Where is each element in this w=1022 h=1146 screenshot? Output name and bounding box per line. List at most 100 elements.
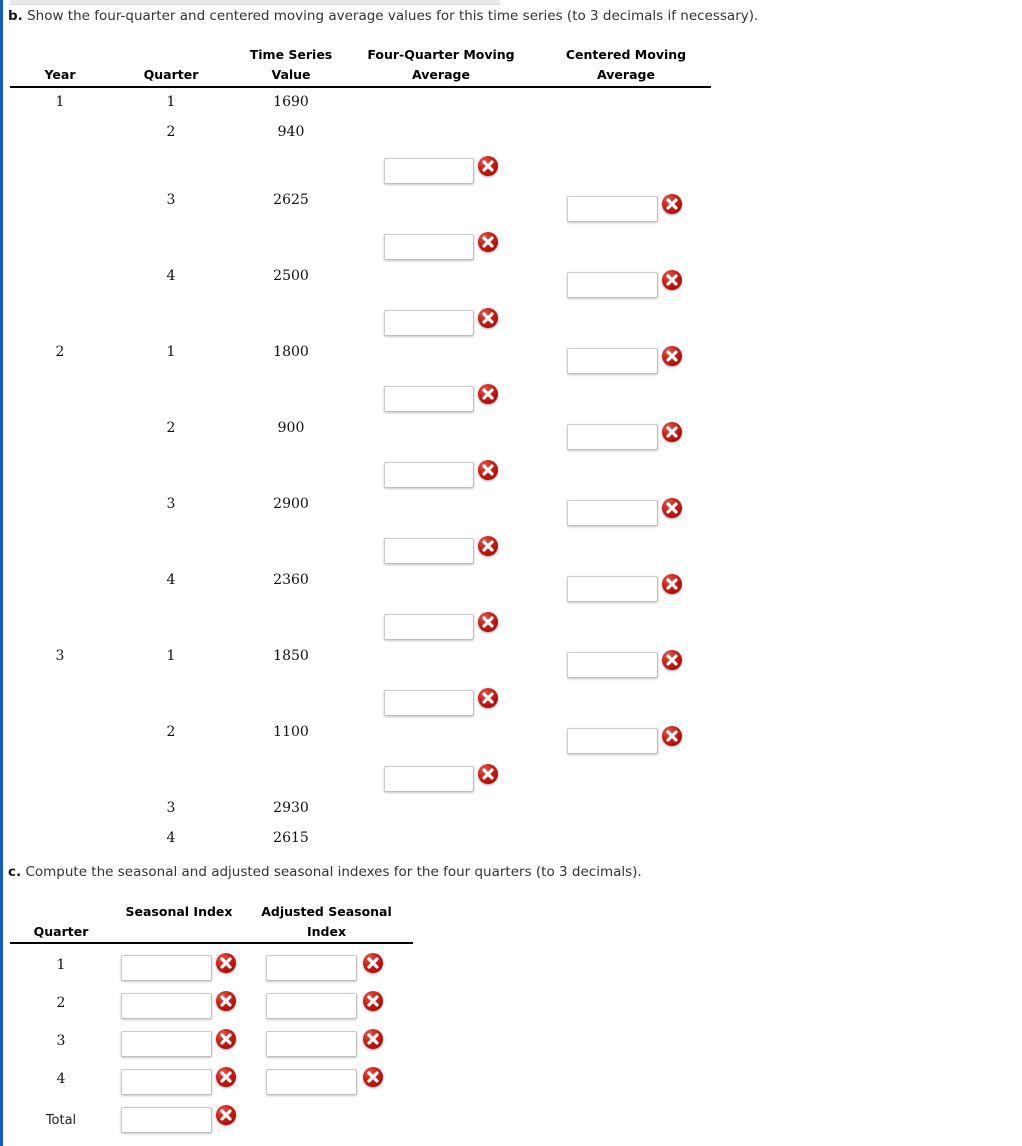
cell-year: 3 bbox=[55, 648, 65, 664]
centered-moving-average-input[interactable] bbox=[567, 728, 658, 754]
cell-quarter: 1 bbox=[56, 957, 66, 973]
cell-quarter: 2 bbox=[166, 420, 176, 436]
cell-time-series-value: 940 bbox=[277, 124, 305, 140]
header-time-series-value-line2: Value bbox=[271, 67, 311, 82]
cell-time-series-value: 1800 bbox=[273, 344, 309, 360]
part-b-label: b. bbox=[8, 8, 23, 24]
error-x-icon bbox=[662, 574, 682, 594]
cell-quarter: 3 bbox=[166, 800, 176, 816]
cell-time-series-value: 2500 bbox=[273, 268, 309, 284]
cell-time-series-value: 2900 bbox=[273, 496, 309, 512]
cell-quarter: 1 bbox=[166, 94, 176, 110]
adjusted-seasonal-index-input[interactable] bbox=[266, 1069, 357, 1095]
four-quarter-input[interactable] bbox=[384, 766, 474, 792]
header-time-series-value-line1: Time Series bbox=[249, 47, 333, 62]
centered-moving-average-input[interactable] bbox=[567, 196, 658, 222]
cell-time-series-value: 2360 bbox=[273, 572, 309, 588]
cell-time-series-value: 1690 bbox=[273, 94, 309, 110]
four-quarter-input[interactable] bbox=[384, 234, 474, 260]
seasonal-index-input[interactable] bbox=[121, 1031, 212, 1057]
cell-quarter: 4 bbox=[56, 1071, 66, 1087]
part-c-label: c. bbox=[8, 864, 22, 880]
error-x-icon bbox=[662, 650, 682, 670]
centered-moving-average-input[interactable] bbox=[567, 500, 658, 526]
error-x-icon bbox=[478, 460, 498, 480]
error-x-icon bbox=[363, 953, 383, 973]
error-x-icon bbox=[216, 1029, 236, 1049]
error-x-icon bbox=[363, 1067, 383, 1087]
cell-quarter: 1 bbox=[166, 648, 176, 664]
total-input[interactable] bbox=[121, 1107, 212, 1133]
header-adjusted-seasonal-index-line1: Adjusted Seasonal bbox=[261, 904, 392, 919]
error-x-icon bbox=[363, 991, 383, 1011]
header-year: Year bbox=[44, 67, 76, 82]
cell-quarter: 3 bbox=[56, 1033, 66, 1049]
four-quarter-input[interactable] bbox=[384, 538, 474, 564]
header-four-quarter-line2: Average bbox=[412, 67, 470, 82]
cell-year: 1 bbox=[55, 94, 65, 110]
error-x-icon bbox=[216, 1067, 236, 1087]
error-x-icon bbox=[363, 1029, 383, 1049]
error-x-icon bbox=[478, 232, 498, 252]
four-quarter-input[interactable] bbox=[384, 158, 474, 184]
cell-quarter: 3 bbox=[166, 496, 176, 512]
part-c-prompt: c. Compute the seasonal and adjusted sea… bbox=[8, 864, 642, 880]
adjusted-seasonal-index-input[interactable] bbox=[266, 993, 357, 1019]
four-quarter-input[interactable] bbox=[384, 614, 474, 640]
page-accent-bar bbox=[0, 0, 3, 1146]
error-x-icon bbox=[216, 1105, 236, 1125]
header-centered-line2: Average bbox=[597, 67, 655, 82]
cell-time-series-value: 1100 bbox=[273, 724, 309, 740]
error-x-icon bbox=[662, 194, 682, 214]
cell-quarter: 3 bbox=[166, 192, 176, 208]
top-divider-strip bbox=[10, 0, 500, 5]
cell-year: 2 bbox=[55, 344, 65, 360]
cell-total-label: Total bbox=[45, 1113, 77, 1128]
cell-time-series-value: 2615 bbox=[273, 830, 309, 846]
table-header-rule bbox=[10, 86, 711, 88]
error-x-icon bbox=[216, 991, 236, 1011]
header-four-quarter-line1: Four-Quarter Moving bbox=[367, 47, 515, 62]
error-x-icon bbox=[478, 384, 498, 404]
cell-quarter: 1 bbox=[166, 344, 176, 360]
centered-moving-average-input[interactable] bbox=[567, 576, 658, 602]
seasonal-index-input[interactable] bbox=[121, 955, 212, 981]
seasonal-index-input[interactable] bbox=[121, 1069, 212, 1095]
error-x-icon bbox=[662, 422, 682, 442]
adjusted-seasonal-index-input[interactable] bbox=[266, 1031, 357, 1057]
error-x-icon bbox=[478, 688, 498, 708]
centered-moving-average-input[interactable] bbox=[567, 348, 658, 374]
cell-quarter: 4 bbox=[166, 572, 176, 588]
cell-time-series-value: 900 bbox=[277, 420, 305, 436]
four-quarter-input[interactable] bbox=[384, 386, 474, 412]
part-c-text: Compute the seasonal and adjusted season… bbox=[25, 864, 642, 880]
error-x-icon bbox=[216, 953, 236, 973]
header-centered-line1: Centered Moving bbox=[565, 47, 687, 62]
cell-time-series-value: 2930 bbox=[273, 800, 309, 816]
cell-quarter: 2 bbox=[166, 724, 176, 740]
four-quarter-input[interactable] bbox=[384, 310, 474, 336]
cell-quarter: 2 bbox=[166, 124, 176, 140]
error-x-icon bbox=[478, 764, 498, 784]
error-x-icon bbox=[478, 308, 498, 328]
error-x-icon bbox=[478, 156, 498, 176]
error-x-icon bbox=[478, 536, 498, 556]
error-x-icon bbox=[662, 270, 682, 290]
cell-time-series-value: 2625 bbox=[273, 192, 309, 208]
centered-moving-average-input[interactable] bbox=[567, 652, 658, 678]
table-header-rule bbox=[10, 942, 413, 944]
cell-quarter: 4 bbox=[166, 268, 176, 284]
error-x-icon bbox=[662, 726, 682, 746]
cell-quarter: 2 bbox=[56, 995, 66, 1011]
header-seasonal-index: Seasonal Index bbox=[125, 904, 233, 919]
four-quarter-input[interactable] bbox=[384, 690, 474, 716]
centered-moving-average-input[interactable] bbox=[567, 272, 658, 298]
four-quarter-input[interactable] bbox=[384, 462, 474, 488]
header-quarter: Quarter bbox=[33, 924, 89, 939]
adjusted-seasonal-index-input[interactable] bbox=[266, 955, 357, 981]
seasonal-index-input[interactable] bbox=[121, 993, 212, 1019]
cell-time-series-value: 1850 bbox=[273, 648, 309, 664]
cell-quarter: 4 bbox=[166, 830, 176, 846]
centered-moving-average-input[interactable] bbox=[567, 424, 658, 450]
part-b-text: Show the four-quarter and centered movin… bbox=[27, 8, 759, 24]
